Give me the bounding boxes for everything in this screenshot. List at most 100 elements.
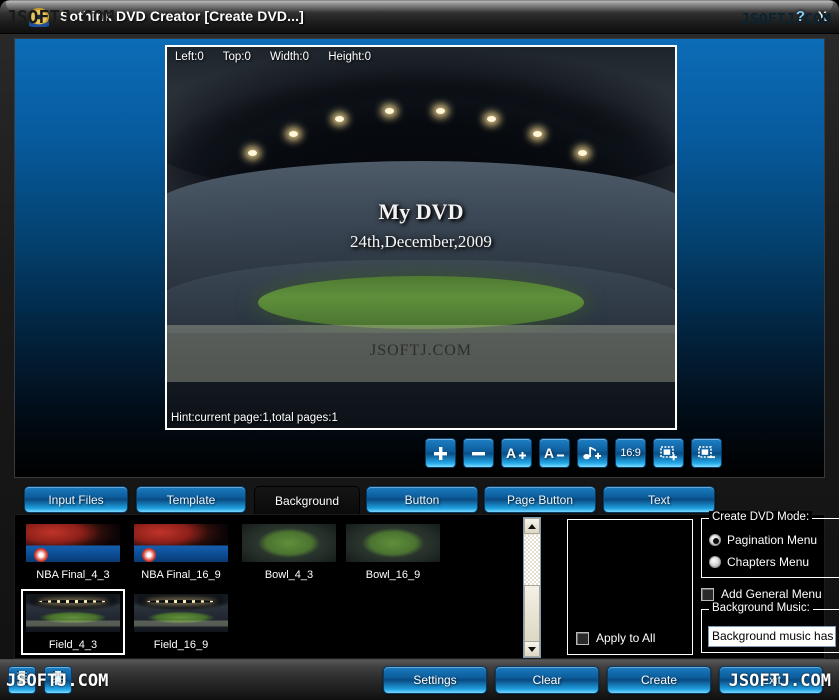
tab-label: Page Button: [506, 492, 574, 507]
film-strip-icon: [14, 670, 30, 691]
tab-label: Background: [274, 494, 340, 508]
button-label: Exit: [760, 673, 781, 687]
page-hint-text: Hint:current page:1,total pages:1: [171, 412, 338, 424]
tab-button[interactable]: Button: [366, 486, 478, 513]
bottom-action-bar: Settings Clear Create Exit JSOFTJ.COM JS…: [0, 659, 839, 700]
clear-button[interactable]: Clear: [495, 666, 599, 694]
add-general-menu-checkbox[interactable]: [701, 587, 714, 601]
create-dvd-mode-legend: Create DVD Mode:: [709, 511, 813, 523]
aspect-ratio-label: 16:9: [620, 447, 641, 459]
increase-font-button[interactable]: A: [501, 438, 532, 468]
dvd-date-text[interactable]: 24th,December,2009: [167, 232, 675, 252]
remove-page-button[interactable]: [691, 438, 722, 468]
scroll-up-icon[interactable]: [524, 518, 540, 534]
tab-template[interactable]: Template: [136, 486, 246, 513]
scrollbar-track[interactable]: [524, 535, 540, 585]
tab-input-files[interactable]: Input Files: [24, 486, 128, 513]
radio-chapters-menu[interactable]: Chapters Menu: [709, 555, 809, 569]
thumbnail-image: [134, 524, 228, 562]
svg-text:A: A: [544, 445, 554, 461]
exit-button[interactable]: Exit: [719, 666, 823, 694]
film-strip-icon: [50, 670, 66, 691]
decrease-font-button[interactable]: A: [539, 438, 570, 468]
thumbnail-label: Bowl_4_3: [264, 569, 314, 581]
tab-page-button[interactable]: Page Button: [484, 486, 596, 513]
section-tabs: Input Files Template Background Button P…: [14, 486, 825, 516]
dvd-title-text[interactable]: My DVD: [167, 199, 675, 225]
help-icon[interactable]: ?: [796, 8, 805, 25]
radio-pagination-menu[interactable]: Pagination Menu: [709, 533, 817, 547]
list-item[interactable]: NBA Final_16_9: [129, 519, 233, 585]
background-music-group: Background Music: Background music has n…: [701, 602, 839, 653]
create-dvd-mode-group: Create DVD Mode: Pagination Menu Chapter…: [701, 511, 839, 578]
radio-label: Chapters Menu: [727, 555, 810, 569]
plus-icon: [433, 446, 448, 461]
aspect-ratio-button[interactable]: 16:9: [615, 438, 646, 468]
thumbnail-image: [134, 594, 228, 632]
title-bar: Sothink DVD Creator [Create DVD...] ? X …: [0, 0, 839, 34]
settings-button[interactable]: Settings: [383, 666, 487, 694]
button-label: Clear: [532, 673, 562, 687]
svg-text:A: A: [506, 445, 516, 461]
add-general-menu-row[interactable]: Add General Menu: [701, 587, 822, 601]
page-add-icon: [659, 445, 678, 461]
application-window: Sothink DVD Creator [Create DVD...] ? X …: [0, 0, 839, 700]
list-item[interactable]: NBA Final_4_3: [21, 519, 125, 585]
watermark-preview: JSOFTJ.COM: [369, 342, 473, 359]
button-label: Create: [640, 673, 678, 687]
thumbnail-image: [242, 524, 336, 562]
add-general-menu-label: Add General Menu: [721, 587, 822, 601]
radio-button-icon[interactable]: [709, 556, 721, 568]
preview-stage: Left:0 Top:0 Width:0 Height:0 My DVD 24t…: [14, 38, 825, 478]
font-decrease-icon: A: [544, 445, 566, 461]
thumbnail-image: [26, 524, 120, 562]
list-item[interactable]: Bowl_4_3: [237, 519, 341, 585]
close-icon[interactable]: X: [818, 8, 827, 24]
thumbnail-label: NBA Final_16_9: [141, 569, 221, 581]
edit-toolbar: A A 16:9: [425, 438, 722, 468]
apply-to-all-label: Apply to All: [596, 631, 656, 645]
thumbnail-label: Field_16_9: [153, 639, 209, 651]
thumbnail-label: Bowl_16_9: [365, 569, 421, 581]
add-music-button[interactable]: [577, 438, 608, 468]
apply-to-all-checkbox[interactable]: [576, 631, 589, 645]
list-item[interactable]: Field_16_9: [129, 589, 233, 655]
tab-label: Input Files: [48, 492, 104, 507]
window-title: Sothink DVD Creator [Create DVD...]: [60, 8, 304, 24]
thumbnail-image: [346, 524, 440, 562]
thumbnail-label: NBA Final_4_3: [36, 569, 110, 581]
tab-label: Template: [166, 492, 216, 507]
tab-text[interactable]: Text: [603, 486, 715, 513]
burn-disc-button[interactable]: [8, 666, 36, 694]
list-item[interactable]: Bowl_16_9: [341, 519, 445, 585]
scroll-down-icon[interactable]: [524, 641, 540, 657]
open-project-button[interactable]: [44, 666, 72, 694]
thumbnail-scrollbar[interactable]: [523, 517, 541, 658]
music-note-plus-icon: [583, 445, 602, 461]
menu-preview[interactable]: Left:0 Top:0 Width:0 Height:0 My DVD 24t…: [165, 45, 677, 430]
tab-background[interactable]: Background: [254, 486, 360, 516]
background-panel: NBA Final_4_3 NBA Final_16_9 Bowl_4_3 Bo…: [14, 511, 839, 659]
radio-button-icon[interactable]: [709, 534, 721, 546]
list-item-selected[interactable]: Field_4_3: [21, 589, 125, 655]
background-music-input[interactable]: Background music has not been set.: [708, 626, 836, 647]
font-increase-icon: A: [506, 445, 528, 461]
tab-label: Button: [404, 492, 440, 507]
tab-label: Text: [647, 492, 670, 507]
add-page-button[interactable]: [653, 438, 684, 468]
selection-coordinates: Left:0 Top:0 Width:0 Height:0: [175, 51, 372, 63]
thumbnail-image: [26, 594, 120, 632]
stadium-pitch: [258, 275, 584, 329]
scrollbar-thumb[interactable]: [524, 585, 540, 643]
create-button[interactable]: Create: [607, 666, 711, 694]
background-thumbnail-list[interactable]: NBA Final_4_3 NBA Final_16_9 Bowl_4_3 Bo…: [17, 517, 507, 658]
background-music-legend: Background Music:: [709, 602, 813, 614]
button-label: Settings: [413, 673, 457, 687]
dvd-disc-icon: [28, 7, 50, 28]
radio-label: Pagination Menu: [727, 533, 818, 547]
page-remove-icon: [697, 445, 716, 461]
apply-to-all-row[interactable]: Apply to All: [576, 631, 655, 645]
remove-item-button[interactable]: [463, 438, 494, 468]
minus-icon: [471, 446, 486, 461]
add-item-button[interactable]: [425, 438, 456, 468]
